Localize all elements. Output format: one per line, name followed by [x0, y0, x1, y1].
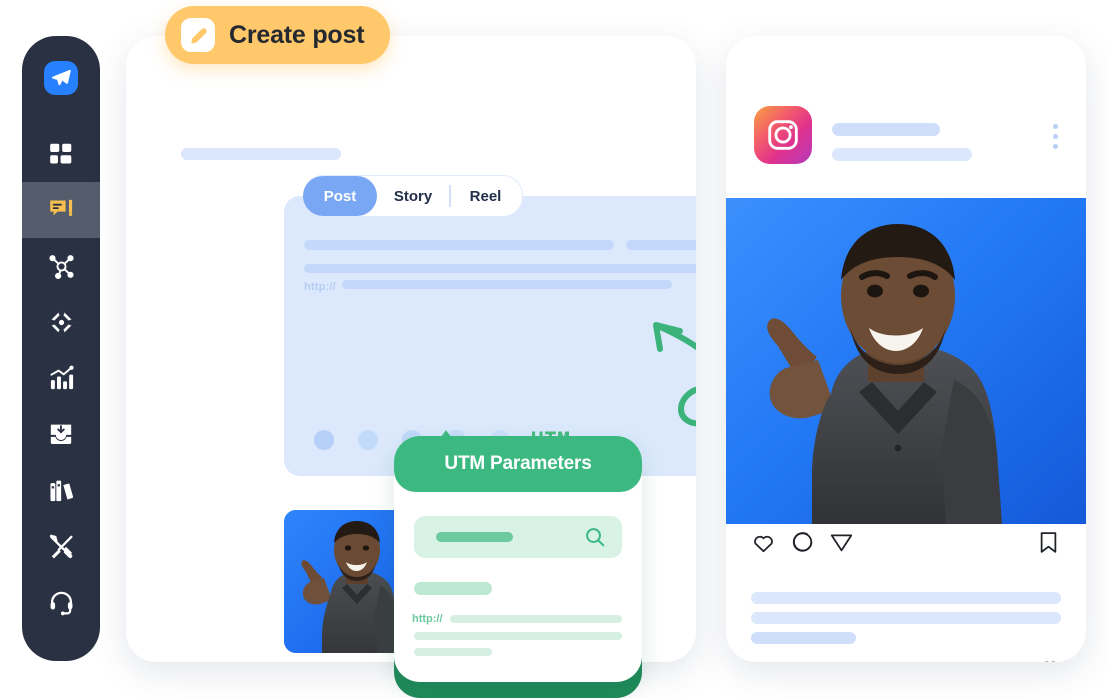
account-meta-placeholder [832, 148, 972, 161]
grid-dashboard-icon [48, 141, 74, 167]
instagram-card-header [726, 36, 1086, 164]
heart-icon[interactable] [751, 530, 776, 555]
editor-link-prefix: http:// [304, 281, 336, 293]
sidebar-item-campaigns[interactable] [22, 294, 100, 350]
editor-text-line [304, 240, 614, 250]
caption-line [751, 632, 856, 644]
emoji-dot[interactable] [314, 430, 334, 450]
sidebar-item-create-post[interactable] [22, 182, 100, 238]
utm-panel-title: UTM Parameters [444, 453, 592, 474]
create-post-label: Create post [229, 20, 365, 49]
sidebar-item-analytics[interactable] [22, 350, 100, 406]
pencil-edit-icon [181, 18, 215, 52]
diamond-target-icon [48, 309, 75, 336]
curly-arrow-icon [638, 314, 696, 466]
tab-story[interactable]: Story [377, 176, 449, 216]
sidebar-item-inbox[interactable] [22, 406, 100, 462]
sidebar-item-dashboard[interactable] [22, 126, 100, 182]
utm-link-prefix: http:// [412, 613, 443, 625]
app-canvas: http:// UTM Post Story Reel [0, 0, 1108, 698]
sidebar-item-channels[interactable] [22, 238, 100, 294]
sidebar-item-library[interactable] [22, 462, 100, 518]
editor-link-line [342, 280, 672, 289]
caption-line [751, 592, 1061, 604]
books-library-icon [48, 477, 75, 504]
utm-link-line [450, 615, 622, 623]
editor-text-line [626, 240, 696, 250]
caption-line [751, 612, 1061, 624]
instagram-post-photo [726, 198, 1086, 524]
network-nodes-icon [48, 253, 75, 280]
instagram-icon [754, 106, 812, 164]
composer-title-placeholder [181, 148, 341, 160]
bar-chart-growth-icon [48, 365, 75, 392]
tab-reel[interactable]: Reel [451, 176, 521, 216]
comment-icon[interactable] [790, 530, 815, 555]
headset-support-icon [48, 589, 75, 616]
tools-wrench-icon [48, 533, 75, 560]
heart-icon[interactable] [1038, 656, 1062, 662]
instagram-preview-card [726, 36, 1086, 662]
create-post-badge[interactable]: Create post [165, 6, 391, 64]
account-name-placeholder [832, 123, 940, 136]
sidebar-item-tools[interactable] [22, 518, 100, 574]
paper-plane-logo-icon [44, 61, 78, 95]
sidebar [22, 36, 100, 661]
composer-tabs[interactable]: Post Story Reel [303, 175, 523, 217]
search-icon[interactable] [584, 526, 606, 548]
instagram-action-bar [726, 530, 1086, 570]
emoji-dot[interactable] [358, 430, 378, 450]
inbox-download-icon [48, 421, 74, 447]
sidebar-logo[interactable] [22, 42, 100, 114]
utm-search-value [436, 532, 513, 542]
utm-link-line [414, 632, 622, 640]
tab-post[interactable]: Post [303, 176, 377, 216]
share-paper-plane-icon[interactable] [829, 530, 854, 555]
utm-field-placeholder [414, 582, 492, 595]
sidebar-item-support[interactable] [22, 574, 100, 630]
utm-search-input[interactable] [414, 516, 622, 558]
chat-bubble-pencil-icon [47, 196, 75, 224]
more-vertical-icon[interactable] [1053, 124, 1058, 149]
editor-text-line [304, 264, 696, 273]
utm-link-line [414, 648, 492, 656]
utm-panel-header: UTM Parameters [394, 436, 642, 492]
bookmark-icon[interactable] [1036, 530, 1061, 555]
